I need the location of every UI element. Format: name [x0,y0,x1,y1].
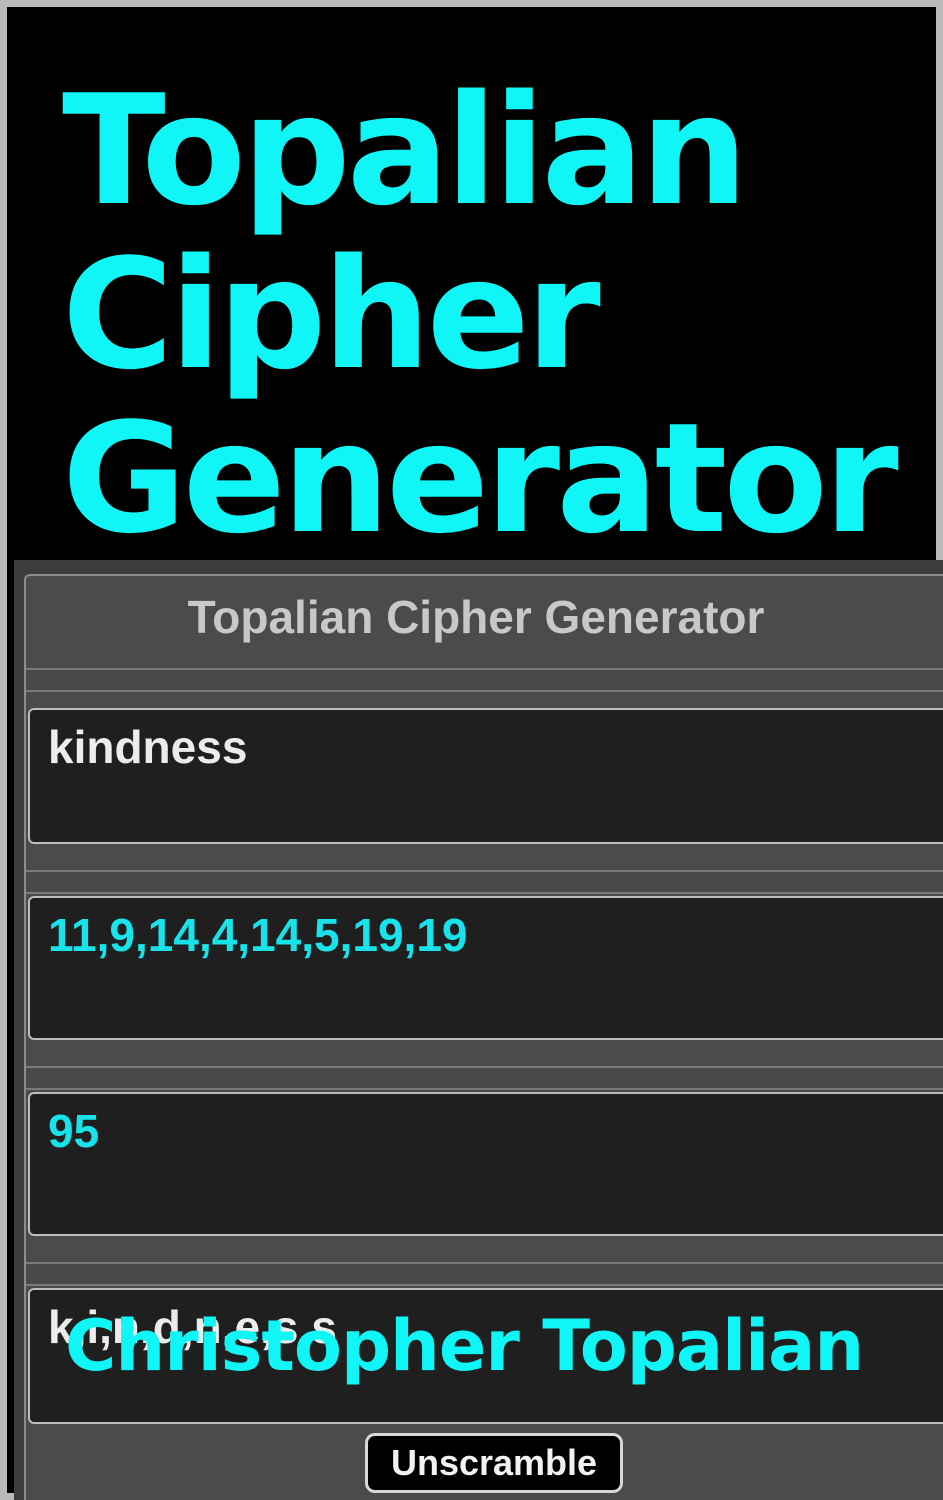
sum-output-field[interactable]: 95 [28,1092,943,1236]
cover-title-line-1: Topalian [62,62,748,239]
numbers-output-field[interactable]: 11,9,14,4,14,5,19,19 [28,896,943,1040]
cover-title-line-3: Generator [62,390,899,567]
divider [26,668,943,692]
panel-title: Topalian Cipher Generator [187,591,765,643]
author-name: Christopher Topalian [65,1305,864,1387]
input-text-field[interactable]: kindness [28,708,943,844]
divider [26,1066,943,1090]
divider [26,870,943,894]
cover-title: Topalian Cipher Generator [62,69,932,561]
book-cover: Topalian Cipher Generator Topalian Ciphe… [0,0,943,1500]
divider [26,1262,943,1286]
unscramble-button[interactable]: Unscramble [365,1433,623,1493]
cover-title-line-2: Cipher [62,226,601,403]
